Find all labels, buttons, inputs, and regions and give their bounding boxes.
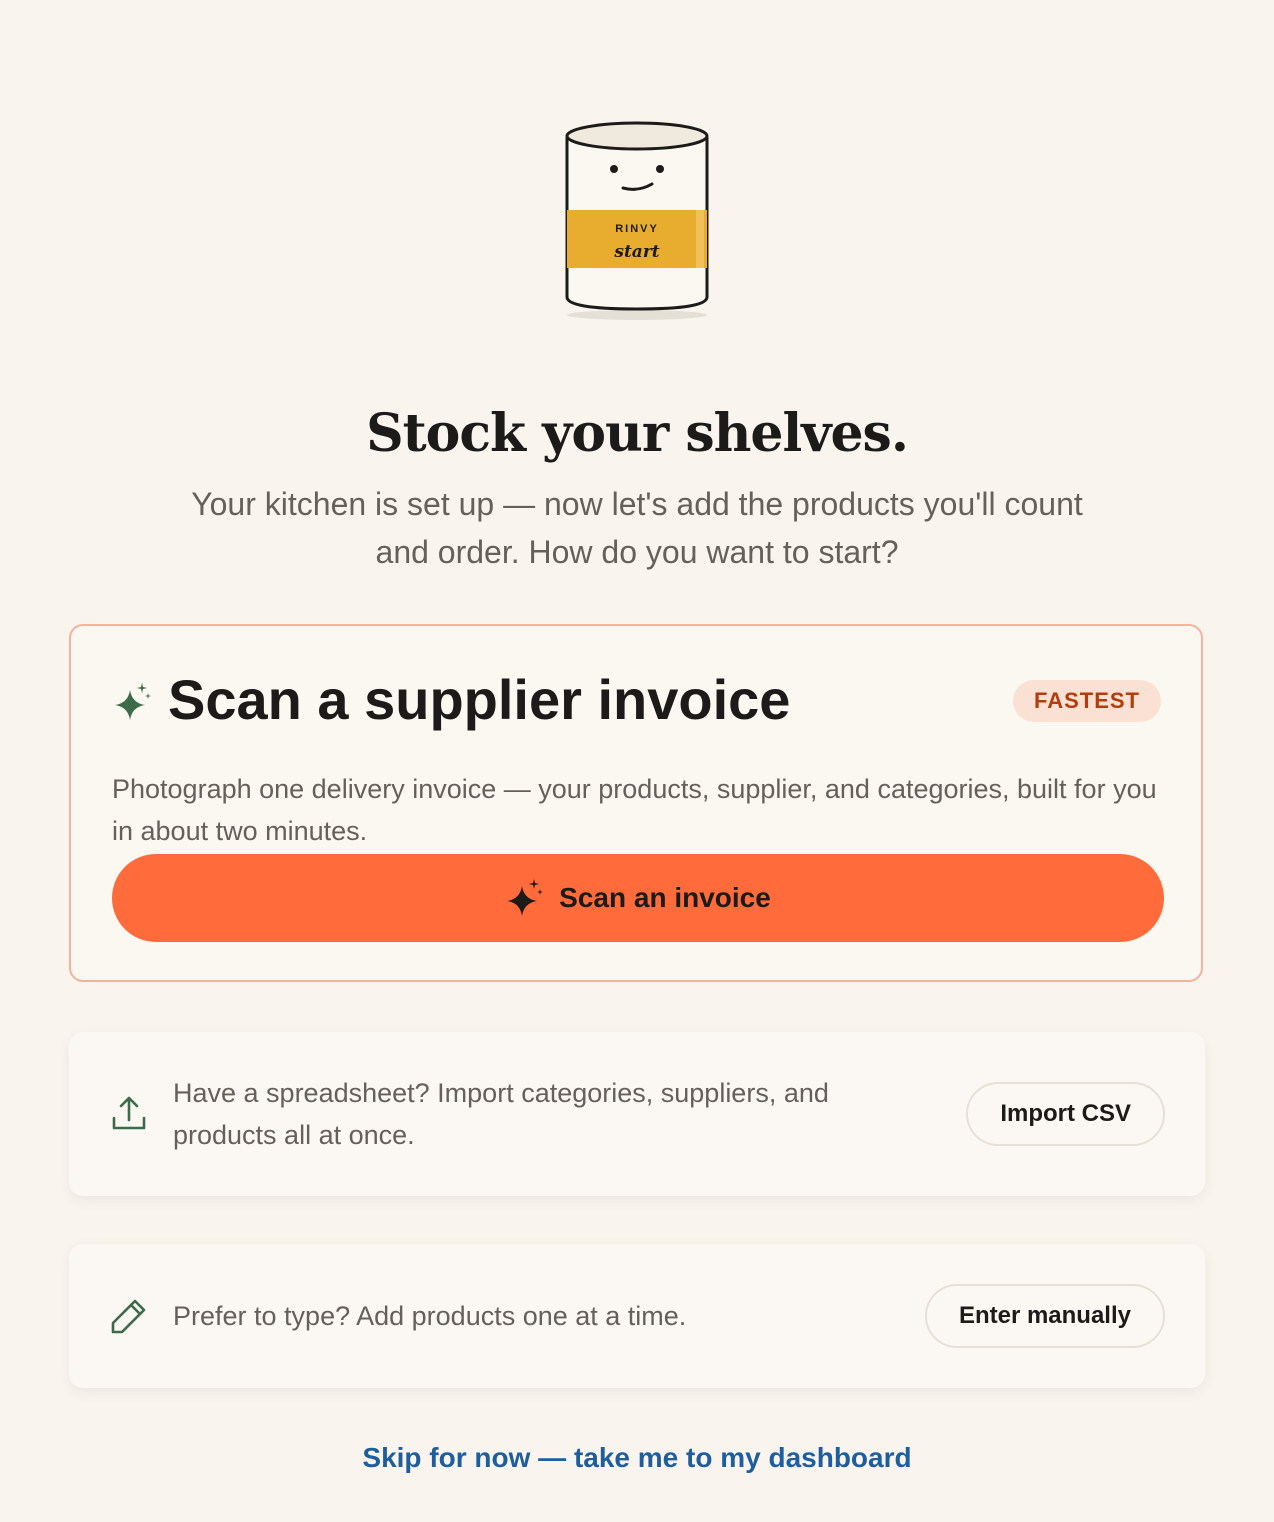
enter-manually-text: Prefer to type? Add products one at a ti… xyxy=(173,1301,687,1331)
enter-manually-card: Prefer to type? Add products one at a ti… xyxy=(69,1244,1205,1388)
import-csv-button[interactable]: Import CSV xyxy=(966,1082,1165,1146)
scan-invoice-card: Scan a supplier invoice FASTEST Photogra… xyxy=(69,624,1203,982)
import-csv-card: Have a spreadsheet? Import categories, s… xyxy=(69,1032,1205,1196)
upload-icon xyxy=(112,1096,146,1130)
sparkle-icon xyxy=(507,879,544,916)
sparkle-icon xyxy=(115,683,151,720)
scan-invoice-title: Scan a supplier invoice xyxy=(168,668,791,731)
import-csv-text: Have a spreadsheet? Import categories, s… xyxy=(173,1078,829,1150)
mascot-brand-text: RINVY xyxy=(615,223,659,235)
page-subtitle: Your kitchen is set up — now let's add t… xyxy=(191,486,1083,570)
mascot-label-text: start xyxy=(613,242,659,262)
scan-invoice-button-label: Scan an invoice xyxy=(559,882,771,913)
scan-invoice-description: Photograph one delivery invoice — your p… xyxy=(112,774,1157,846)
skip-dashboard-link[interactable]: Skip for now — take me to my dashboard xyxy=(0,1438,1274,1478)
fastest-badge: FASTEST xyxy=(1012,680,1161,722)
page-title: Stock your shelves. xyxy=(366,403,909,464)
pencil-icon xyxy=(111,1299,146,1334)
mascot-can-illustration: RINVY start xyxy=(565,121,709,320)
scan-invoice-button[interactable]: Scan an invoice xyxy=(112,854,1164,942)
enter-manually-button[interactable]: Enter manually xyxy=(924,1284,1165,1348)
